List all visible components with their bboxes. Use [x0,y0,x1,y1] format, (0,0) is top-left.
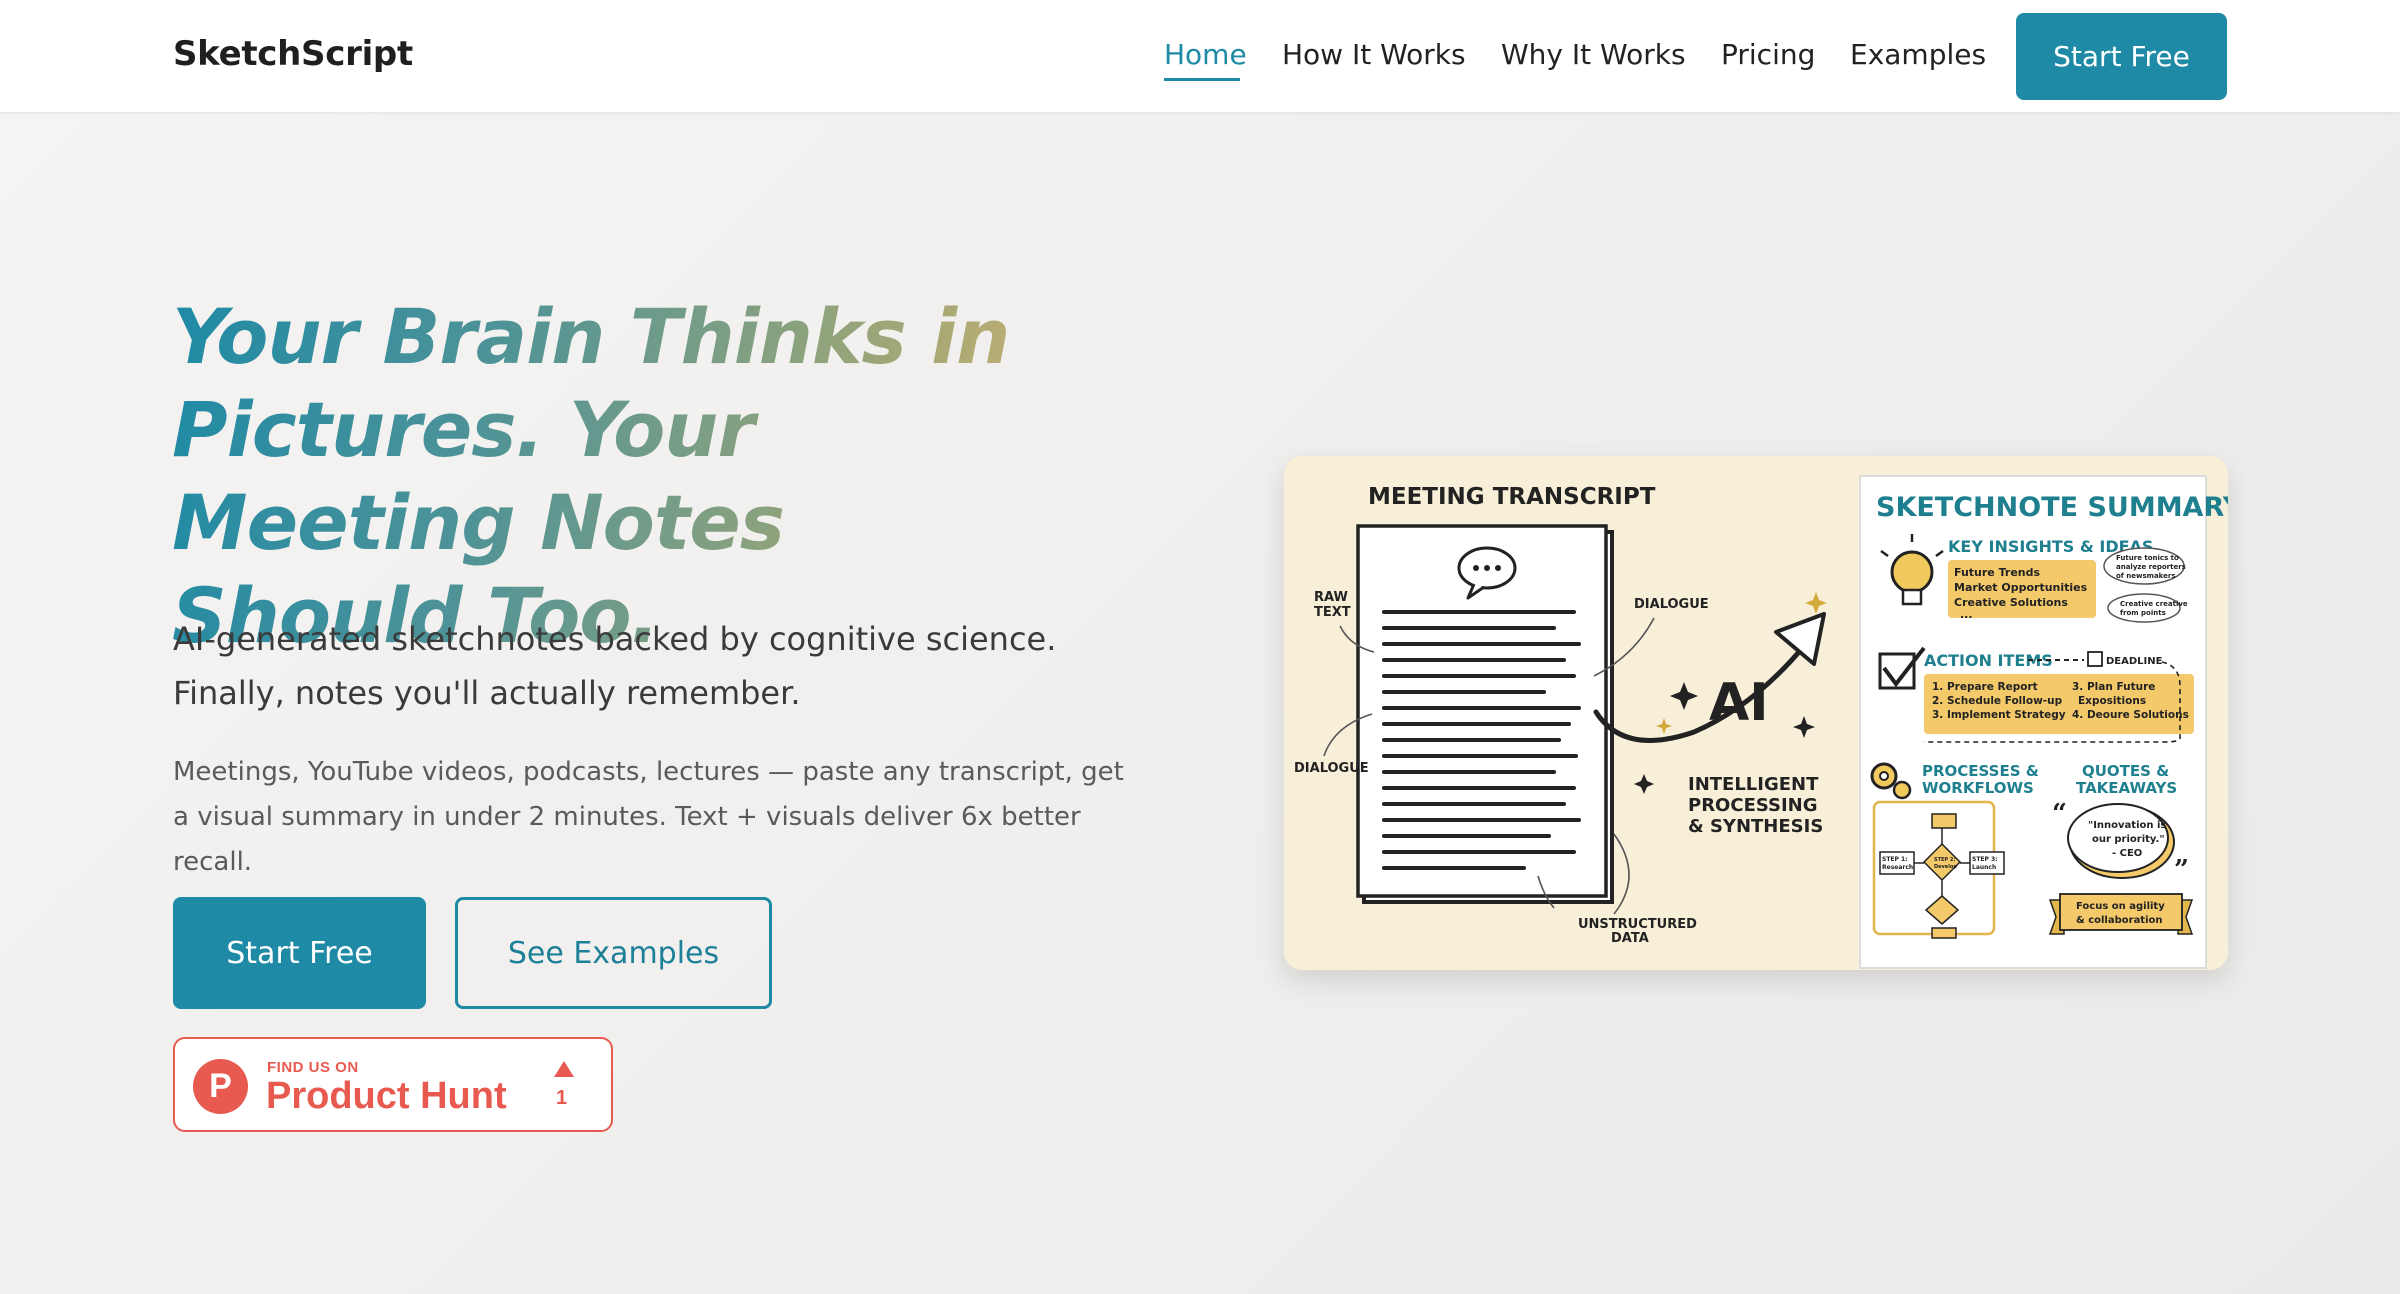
insight-note-1b: analyze reporters [2116,563,2186,571]
dialogue-left-label: DIALOGUE [1294,761,1369,776]
banner-ribbon-icon [2048,893,2194,935]
see-examples-button[interactable]: See Examples [455,897,772,1009]
step-2-label-b: Develop [1934,864,1957,870]
step-3-label-a: STEP 3: [1972,856,1998,863]
quote-line-3: - CEO [2112,848,2142,859]
svg-text:”: ” [2174,855,2189,885]
nav-link-why-it-works[interactable]: Why It Works [1501,38,1686,71]
hero-description: Meetings, YouTube videos, podcasts, lect… [173,757,1124,877]
action-left-1: 1. Prepare Report [1932,681,2038,693]
nav-link-home[interactable]: Home [1164,38,1247,71]
product-hunt-name: Product Hunt [266,1075,507,1117]
insight-note-2b: from points [2120,609,2166,617]
nav-active-indicator [1164,78,1240,81]
brand-logo[interactable]: SketchScript [173,34,413,74]
quotes-title-1: QUOTES & [2082,762,2169,780]
insight-note-1a: Future tonics to [2116,554,2179,562]
transcript-title: MEETING TRANSCRIPT [1368,484,1656,510]
hero-illustration: MEETING TRANSCRIPT RAW TEXT DIALOGUE DIA… [1284,456,2228,970]
product-hunt-logo-icon: P [193,1059,248,1114]
quote-line-2: our priority." [2092,834,2165,845]
processes-title-2: WORKFLOWS [1922,779,2034,797]
action-right-3: 4. Deoure Solutions [2072,709,2189,721]
deadline-label: DEADLINE [2106,656,2163,667]
top-navigation: SketchScript Home How It Works Why It Wo… [0,0,2400,113]
hero-subtitle: AI-generated sketchnotes backed by cogni… [173,620,1057,712]
action-left-3: 3. Implement Strategy [1932,709,2066,721]
upvote-arrow-icon [554,1061,574,1077]
insight-item-more: ... [1960,608,1973,621]
nav-link-pricing[interactable]: Pricing [1721,38,1815,71]
upvote-count: 1 [556,1087,568,1109]
insight-note-1c: of newsmakers [2116,572,2176,580]
processes-title-1: PROCESSES & [1922,762,2039,780]
step-1-label-b: Research [1882,864,1913,871]
raw-text-label-1: RAW [1314,590,1348,605]
unstructured-arrow-icon [1613,833,1630,915]
processing-label-1: INTELLIGENT [1688,774,1819,795]
sketchnote-illustration: MEETING TRANSCRIPT RAW TEXT DIALOGUE DIA… [1294,475,2228,969]
unstructured-label-2: DATA [1611,931,1649,946]
insight-item-2: Market Opportunities [1954,581,2088,594]
processing-label-3: & SYNTHESIS [1688,816,1823,837]
insight-note-2a: Creative creative [2120,600,2188,608]
unstructured-label-1: UNSTRUCTURED [1578,917,1697,932]
step-2-label-a: STEP 2: [1934,857,1955,863]
product-hunt-badge[interactable]: P FIND US ON Product Hunt 1 [173,1037,613,1132]
nav-start-free-button[interactable]: Start Free [2016,13,2227,100]
sketchnote-title: SKETCHNOTE SUMMARY [1876,492,2228,523]
product-hunt-find-us: FIND US ON [267,1059,359,1076]
banner-line-1: Focus on agility [2076,901,2165,912]
action-right-2: Expositions [2078,695,2146,707]
banner-line-2: & collaboration [2076,915,2163,926]
quotes-title-2: TAKEAWAYS [2076,779,2177,797]
nav-link-how-it-works[interactable]: How It Works [1282,38,1466,71]
svg-text:“: “ [2052,799,2067,829]
hero-title: Your Brain Thinks in Pictures. Your Meet… [172,290,1072,662]
step-1-label-a: STEP 1: [1882,856,1908,863]
ai-label: AI [1709,673,1769,733]
quote-line-1: "Innovation is [2088,820,2166,831]
processing-label-2: PROCESSING [1688,795,1818,816]
dialogue-top-label: DIALOGUE [1634,597,1709,612]
action-items-title: ACTION ITEMS [1924,651,2053,670]
action-right-1: 3. Plan Future [2072,681,2155,693]
nav-link-examples[interactable]: Examples [1850,38,1986,71]
insight-note-bubble-2 [2107,593,2181,623]
step-3-label-b: Launch [1972,864,1996,871]
start-free-button[interactable]: Start Free [173,897,426,1009]
raw-text-label-2: TEXT [1314,605,1351,620]
calendar-icon [2087,651,2103,667]
insight-item-1: Future Trends [1954,566,2040,579]
action-left-2: 2. Schedule Follow-up [1932,695,2063,707]
